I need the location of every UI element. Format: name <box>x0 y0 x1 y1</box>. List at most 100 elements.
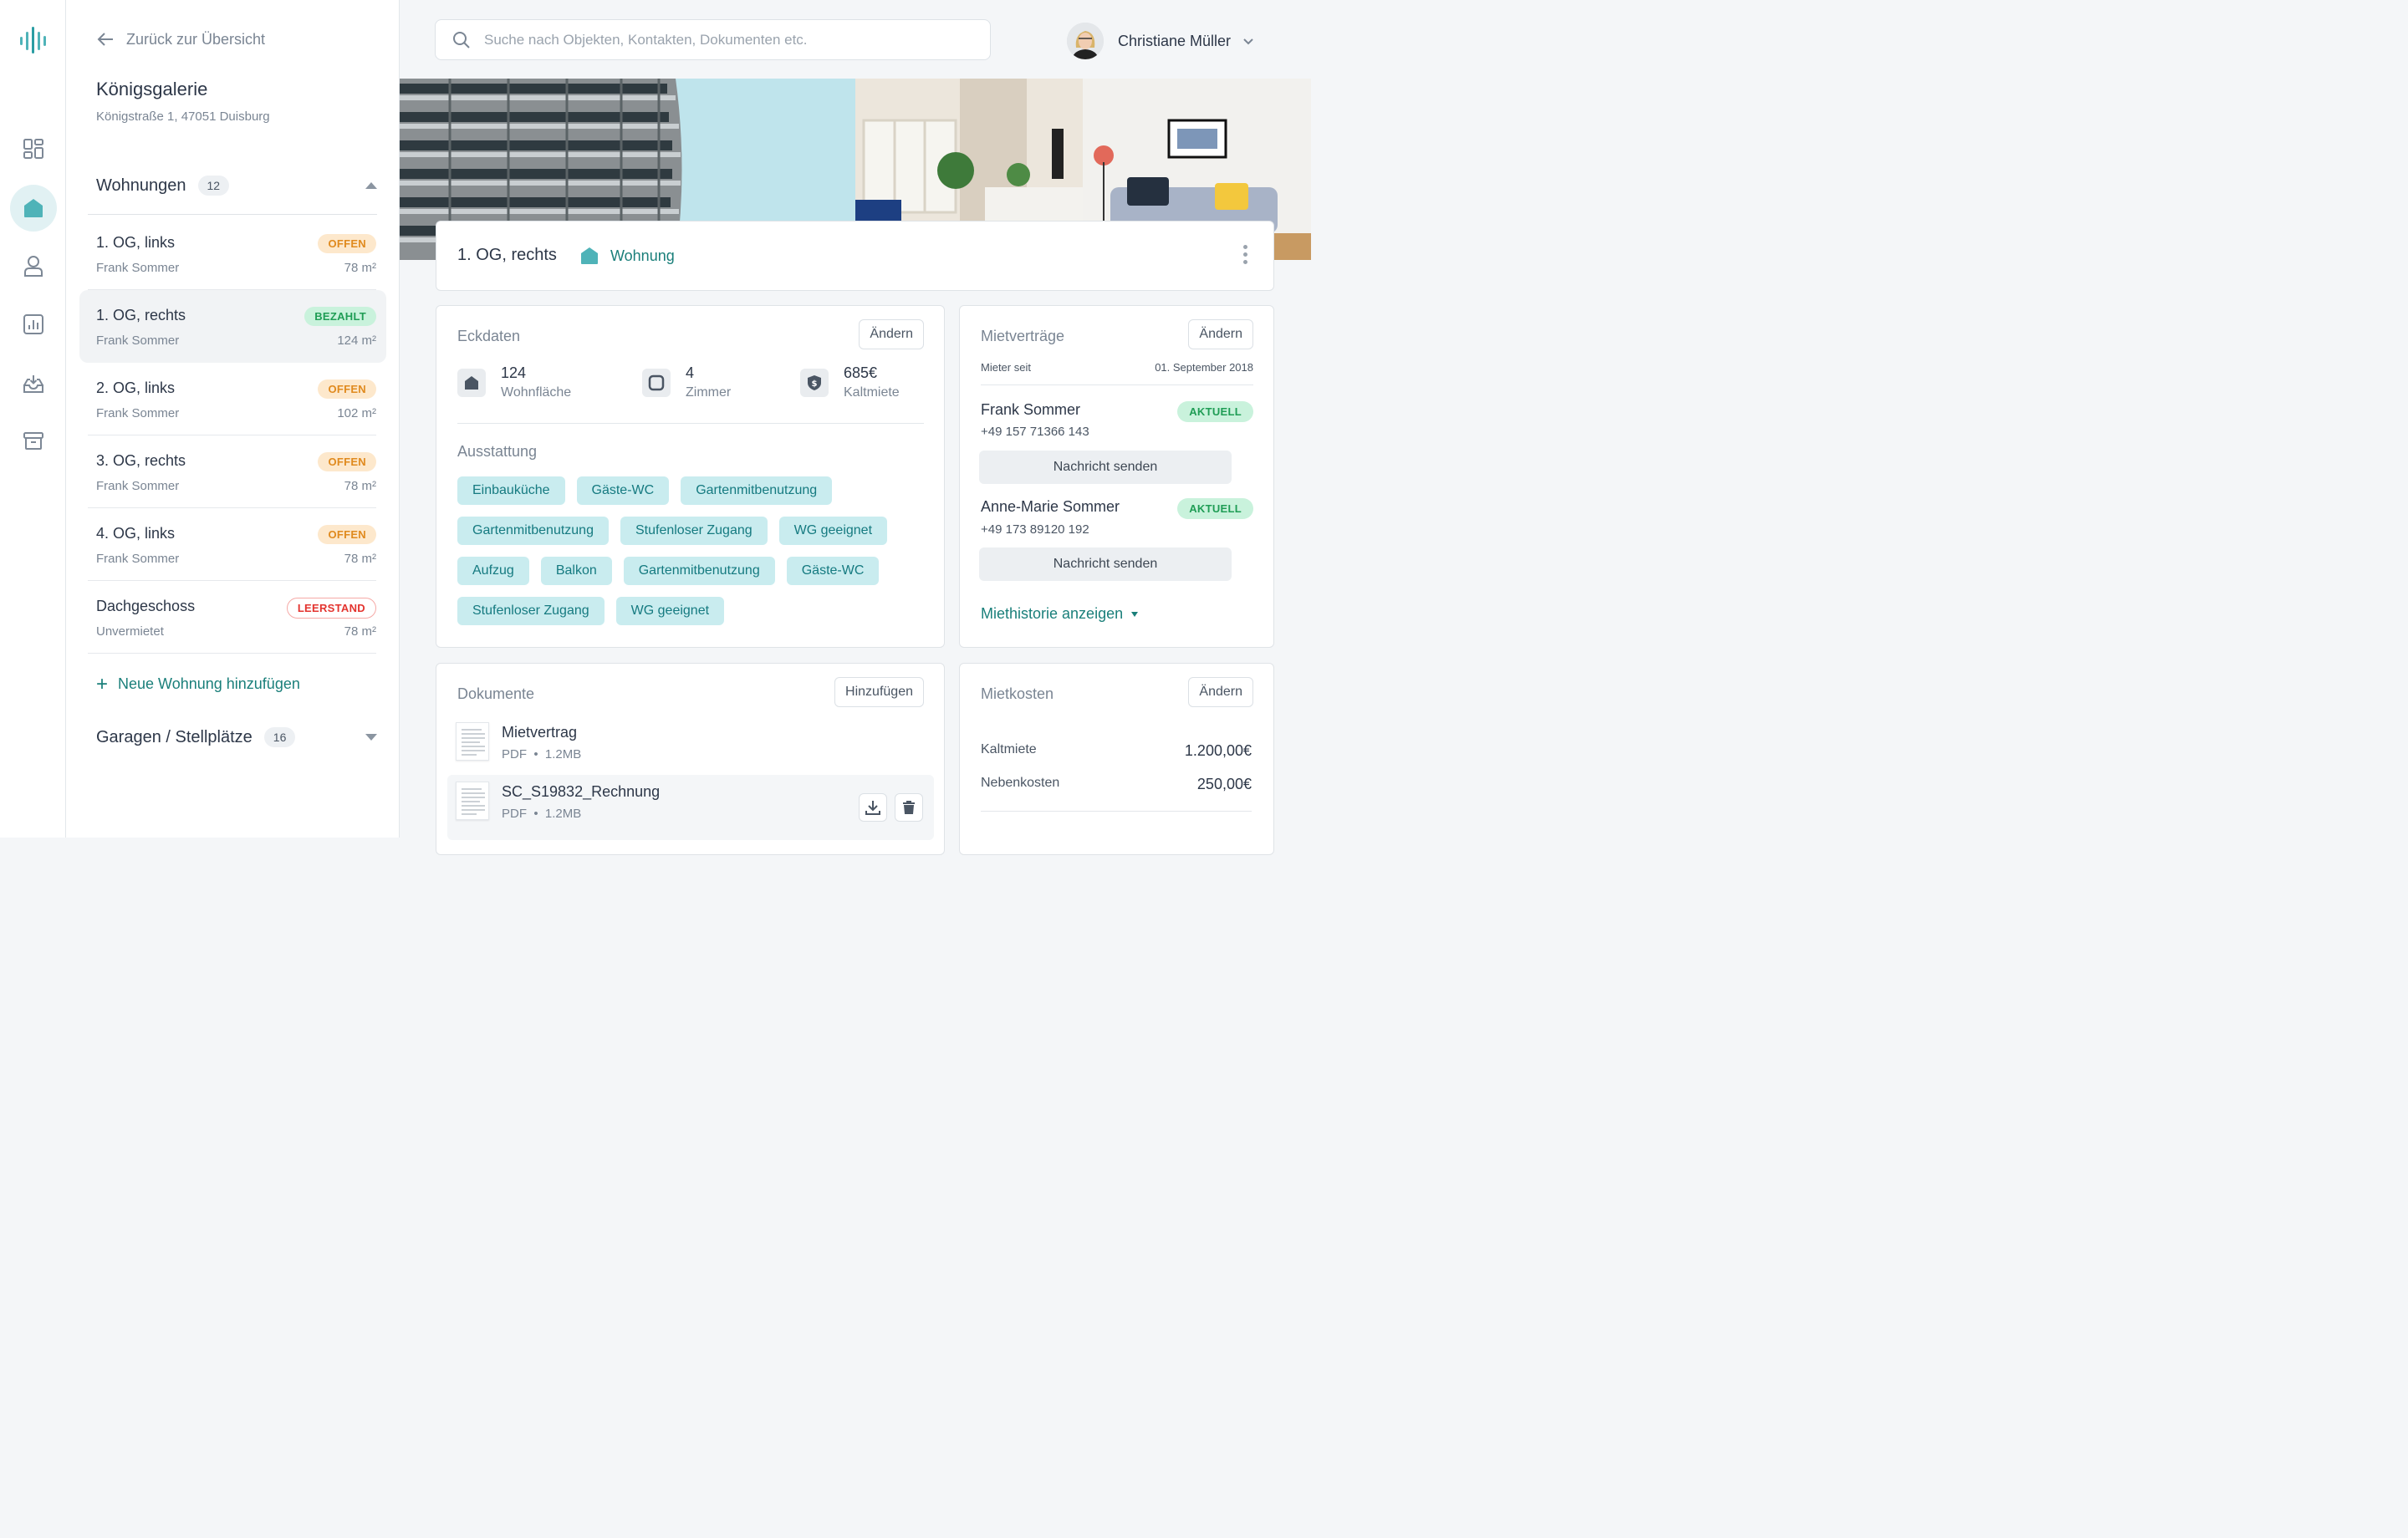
cost-row: Kaltmiete 1.200,00€ <box>981 742 1252 760</box>
nav-archive[interactable] <box>10 417 57 464</box>
document-item[interactable]: SC_S19832_Rechnung PDF • 1.2MB <box>447 775 934 840</box>
chevron-up-icon <box>365 182 377 189</box>
icon-rail <box>0 0 66 838</box>
unit-item[interactable]: 1. OG, links OFFEN Frank Sommer 78 m² <box>79 217 386 290</box>
unit-tenant: Frank Sommer <box>96 334 180 348</box>
divider <box>457 423 924 424</box>
send-message-button[interactable]: Nachricht senden <box>979 451 1232 484</box>
rent-history-toggle[interactable]: Miethistorie anzeigen <box>981 605 1139 623</box>
status-badge: OFFEN <box>318 379 376 399</box>
feature-tag: WG geeignet <box>615 597 725 625</box>
tenant-phone: +49 157 71366 143 <box>981 425 1089 439</box>
unit-header-card: 1. OG, rechts Wohnung <box>436 221 1274 291</box>
dashboard-icon <box>23 139 43 159</box>
status-badge: AKTUELL <box>1177 401 1253 422</box>
chart-icon <box>23 314 43 334</box>
document-item[interactable]: Mietvertrag PDF • 1.2MB <box>447 716 934 781</box>
stat-value: 685€ <box>844 364 878 381</box>
cost-row: Nebenkosten 250,00€ <box>981 776 1252 793</box>
divider <box>981 811 1252 812</box>
unit-item-selected[interactable]: 1. OG, rechts BEZAHLT Frank Sommer 124 m… <box>79 290 386 363</box>
archive-icon <box>23 432 43 450</box>
more-options-icon[interactable] <box>1243 245 1248 267</box>
unit-title: 1. OG, rechts <box>457 246 557 264</box>
apartments-count: 12 <box>197 176 230 196</box>
search-input[interactable] <box>484 31 986 48</box>
edit-button[interactable]: Ändern <box>1188 677 1253 707</box>
nav-contacts[interactable] <box>10 242 57 289</box>
stat-label: Kaltmiete <box>844 385 900 400</box>
unit-area: 78 m² <box>344 261 376 275</box>
unit-area: 102 m² <box>337 406 376 420</box>
document-meta: PDF • 1.2MB <box>502 747 582 761</box>
document-thumbnail <box>456 782 489 820</box>
nav-inbox[interactable] <box>10 360 57 407</box>
unit-area: 124 m² <box>337 334 376 348</box>
unit-item[interactable]: 4. OG, links OFFEN Frank Sommer 78 m² <box>79 508 386 581</box>
nav-reports[interactable] <box>10 301 57 348</box>
status-badge: OFFEN <box>318 234 376 253</box>
unit-area: 78 m² <box>344 624 376 639</box>
add-document-button[interactable]: Hinzufügen <box>834 677 924 707</box>
documents-card: Dokumente Hinzufügen Mietvertrag PDF • 1… <box>436 663 945 855</box>
back-link[interactable]: Zurück zur Übersicht <box>96 30 265 48</box>
eckdaten-card: Eckdaten Ändern 124 Wohnfläche 4 Zimmer … <box>436 305 945 648</box>
home-icon <box>24 199 43 217</box>
caret-down-icon <box>1131 611 1139 617</box>
add-unit-button[interactable]: + Neue Wohnung hinzufügen <box>96 674 300 694</box>
search-bar <box>435 19 991 60</box>
download-button[interactable] <box>859 793 887 822</box>
feature-tag: WG geeignet <box>778 517 888 545</box>
edit-button[interactable]: Ändern <box>859 319 924 349</box>
room-icon <box>648 374 665 391</box>
status-badge: BEZAHLT <box>304 307 376 326</box>
apartments-section-toggle[interactable]: Wohnungen 12 <box>96 176 377 196</box>
feature-tag: Balkon <box>540 557 612 585</box>
unit-tenant: Unvermietet <box>96 624 164 639</box>
feature-tag: Stufenloser Zugang <box>457 597 605 625</box>
user-menu[interactable]: Christiane Müller <box>1067 23 1254 59</box>
unit-list: 1. OG, links OFFEN Frank Sommer 78 m² 1.… <box>79 217 386 654</box>
logo-icon[interactable] <box>17 25 50 55</box>
property-address: Königstraße 1, 47051 Duisburg <box>96 109 270 124</box>
cost-label: Kaltmiete <box>981 742 1037 756</box>
unit-name: 1. OG, rechts <box>96 307 186 323</box>
money-shield-icon: $ <box>808 375 821 390</box>
download-icon <box>865 801 880 815</box>
unit-tenant: Frank Sommer <box>96 479 180 493</box>
send-message-button[interactable]: Nachricht senden <box>979 547 1232 581</box>
unit-item[interactable]: 3. OG, rechts OFFEN Frank Sommer 78 m² <box>79 435 386 508</box>
property-title: Königsgalerie <box>96 79 208 99</box>
nav-dashboard[interactable] <box>10 125 57 172</box>
document-name: Mietvertrag <box>502 724 578 741</box>
garages-section-toggle[interactable]: Garagen / Stellplätze 16 <box>96 727 377 747</box>
status-badge: OFFEN <box>318 452 376 471</box>
unit-tenant: Frank Sommer <box>96 406 180 420</box>
document-thumbnail <box>456 722 489 761</box>
stat-base-rent: $ 685€ Kaltmiete <box>800 364 900 400</box>
card-title: Mietverträge <box>981 328 1065 344</box>
leases-card: Mietverträge Ändern Mieter seit 01. Sept… <box>959 305 1274 648</box>
unit-item[interactable]: 2. OG, links OFFEN Frank Sommer 102 m² <box>79 363 386 435</box>
unit-item[interactable]: Dachgeschoss LEERSTAND Unvermietet 78 m² <box>79 581 386 654</box>
feature-tag: Gäste-WC <box>576 476 670 505</box>
unit-type-label: Wohnung <box>610 247 675 264</box>
stat-label: Wohnfläche <box>501 385 572 400</box>
tenant-name: Anne-Marie Sommer <box>981 498 1120 515</box>
document-meta: PDF • 1.2MB <box>502 807 582 821</box>
search-icon <box>453 31 470 48</box>
tenant-phone: +49 173 89120 192 <box>981 522 1089 537</box>
nav-properties[interactable] <box>10 185 57 232</box>
unit-name: 2. OG, links <box>96 379 176 396</box>
chevron-down-icon <box>365 734 377 741</box>
avatar <box>1067 23 1104 59</box>
tenant-since-label: Mieter seit <box>981 361 1031 374</box>
card-title: Eckdaten <box>457 328 521 344</box>
user-icon <box>24 256 43 277</box>
delete-button[interactable] <box>895 793 923 822</box>
edit-button[interactable]: Ändern <box>1188 319 1253 349</box>
status-badge: AKTUELL <box>1177 498 1253 519</box>
unit-name: 1. OG, links <box>96 234 176 251</box>
unit-type: Wohnung <box>580 247 675 265</box>
cost-value: 250,00€ <box>1196 776 1252 792</box>
